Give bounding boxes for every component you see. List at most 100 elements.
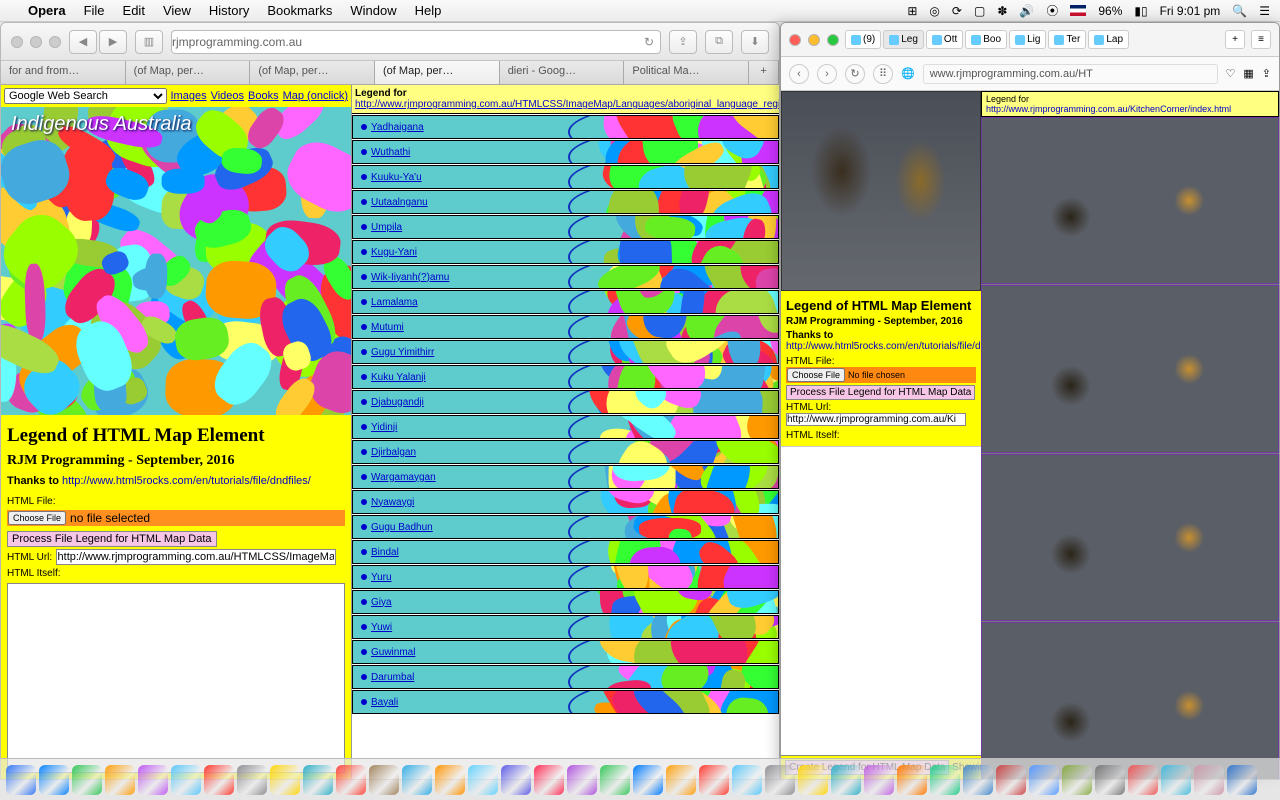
dock-app-icon[interactable] <box>435 765 465 795</box>
dock-app-icon[interactable] <box>468 765 498 795</box>
legend-region-row[interactable]: Bayali <box>352 690 779 714</box>
dock-app-icon[interactable] <box>501 765 531 795</box>
legend-region-row[interactable]: Wik-Iiyanh(?)amu <box>352 265 779 289</box>
thanks-link[interactable]: http://www.html5rocks.com/en/tutorials/f… <box>62 475 311 487</box>
legend-region-row[interactable]: Djabugandji <box>352 390 779 414</box>
app-name[interactable]: Opera <box>28 3 66 18</box>
forward-button[interactable]: › <box>817 64 837 84</box>
legend-region-row[interactable]: Mutumi <box>352 315 779 339</box>
dock-app-icon[interactable] <box>1227 765 1257 795</box>
dock-app-icon[interactable] <box>963 765 993 795</box>
dock-app-icon[interactable] <box>303 765 333 795</box>
legend-region-row[interactable]: Umpila <box>352 215 779 239</box>
process-button[interactable]: Process File Legend for HTML Map Data <box>786 385 975 400</box>
opera-right-pane[interactable]: Legend for http://www.rjmprogramming.com… <box>981 91 1279 779</box>
menulet-icon[interactable]: ⊞ <box>907 4 917 18</box>
dock-app-icon[interactable] <box>666 765 696 795</box>
dock-app-icon[interactable] <box>1161 765 1191 795</box>
dock-app-icon[interactable] <box>138 765 168 795</box>
dock-app-icon[interactable] <box>1095 765 1125 795</box>
legend-region-row[interactable]: Wargamaygan <box>352 465 779 489</box>
menulet-icon[interactable]: ⟳ <box>952 4 962 18</box>
safari-tab[interactable]: (of Map, per… <box>250 61 375 84</box>
opera-tab[interactable]: Lig <box>1009 30 1046 49</box>
traffic-lights[interactable] <box>789 34 839 46</box>
dock-app-icon[interactable] <box>369 765 399 795</box>
legend-region-row[interactable]: Darumbal <box>352 665 779 689</box>
dock-app-icon[interactable] <box>699 765 729 795</box>
menu-help[interactable]: Help <box>415 3 442 18</box>
tab-menu-button[interactable]: ≡ <box>1251 30 1271 49</box>
dock-app-icon[interactable] <box>72 765 102 795</box>
address-bar[interactable]: www.rjmprogramming.com.au/HT <box>923 64 1218 84</box>
dock-app-icon[interactable] <box>1194 765 1224 795</box>
dock-app-icon[interactable] <box>204 765 234 795</box>
process-button[interactable]: Process File Legend for HTML Map Data <box>7 531 217 547</box>
back-button[interactable]: ◀ <box>69 30 97 54</box>
heart-icon[interactable]: ♡ <box>1226 67 1236 80</box>
safari-tab[interactable]: for and from… <box>1 61 126 84</box>
legend-source-link[interactable]: http://www.rjmprogramming.com.au/HTMLCSS… <box>355 99 779 110</box>
choose-file-button[interactable]: Choose File <box>8 511 66 525</box>
ext-icon[interactable]: ▦ <box>1243 67 1253 80</box>
legend-region-row[interactable]: Lamalama <box>352 290 779 314</box>
legend-region-row[interactable]: Wuthathi <box>352 140 779 164</box>
legend-region-row[interactable]: Gugu Badhun <box>352 515 779 539</box>
dock-app-icon[interactable] <box>336 765 366 795</box>
legend-region-row[interactable]: Gugu Yimithirr <box>352 340 779 364</box>
traffic-lights[interactable] <box>11 36 61 48</box>
forward-button[interactable]: ▶ <box>99 30 127 54</box>
legend-region-row[interactable]: Nyawaygi <box>352 490 779 514</box>
airplay-icon[interactable]: ▢ <box>974 4 985 18</box>
battery-pct[interactable]: 96% <box>1098 4 1122 18</box>
reload-icon[interactable]: ↻ <box>644 35 654 49</box>
books-link[interactable]: Books <box>248 90 279 102</box>
safari-tab[interactable]: Political Ma… <box>624 61 749 84</box>
sidebar-button[interactable]: ▥ <box>135 30 163 54</box>
dock-app-icon[interactable] <box>6 765 36 795</box>
legend-region-row[interactable]: Yuwi <box>352 615 779 639</box>
dock-app-icon[interactable] <box>633 765 663 795</box>
legend-region-row[interactable]: Yuru <box>352 565 779 589</box>
safari-tab[interactable]: (of Map, per… <box>375 61 500 84</box>
safari-tab[interactable]: dieri - Goog… <box>500 61 625 84</box>
dock-app-icon[interactable] <box>1062 765 1092 795</box>
kitchen-image[interactable] <box>781 91 981 291</box>
opera-tab[interactable]: Boo <box>965 30 1007 49</box>
menu-file[interactable]: File <box>84 3 105 18</box>
videos-link[interactable]: Videos <box>211 90 244 102</box>
share-icon[interactable]: ⇪ <box>1262 67 1271 80</box>
menu-edit[interactable]: Edit <box>123 3 145 18</box>
spotlight-icon[interactable]: 🔍 <box>1232 4 1247 18</box>
legend-region-row[interactable]: Yidinji <box>352 415 779 439</box>
safari-tab[interactable]: (of Map, per… <box>126 61 251 84</box>
kitchen-region[interactable] <box>981 622 1279 779</box>
dock-app-icon[interactable] <box>765 765 795 795</box>
dock-app-icon[interactable] <box>534 765 564 795</box>
itself-area[interactable] <box>781 446 981 646</box>
wifi-icon[interactable]: ⦿ <box>1046 2 1058 19</box>
dock-app-icon[interactable] <box>930 765 960 795</box>
opera-tab[interactable]: (9) <box>845 30 881 49</box>
new-tab-button[interactable]: + <box>749 61 779 84</box>
dock-app-icon[interactable] <box>270 765 300 795</box>
dock-app-icon[interactable] <box>831 765 861 795</box>
legend-region-row[interactable]: Uutaalnganu <box>352 190 779 214</box>
search-engine-select[interactable]: Google Web Search <box>4 88 167 104</box>
opera-tab[interactable]: Lap <box>1088 30 1129 49</box>
speeddial-button[interactable]: ⠿ <box>873 64 893 84</box>
url-input[interactable] <box>786 413 966 426</box>
dock-app-icon[interactable] <box>402 765 432 795</box>
choose-file-button[interactable]: Choose File <box>787 368 845 382</box>
menu-bookmarks[interactable]: Bookmarks <box>267 3 332 18</box>
dock-app-icon[interactable] <box>39 765 69 795</box>
dock-app-icon[interactable] <box>1128 765 1158 795</box>
legend-region-row[interactable]: Bindal <box>352 540 779 564</box>
dock-app-icon[interactable] <box>171 765 201 795</box>
dock-app-icon[interactable] <box>996 765 1026 795</box>
clock[interactable]: Fri 9:01 pm <box>1160 4 1221 18</box>
kitchen-region[interactable] <box>981 285 1279 452</box>
thanks-link[interactable]: http://www.html5rocks.com/en/tutorials/f… <box>786 341 981 352</box>
legend-source-link[interactable]: http://www.rjmprogramming.com.au/Kitchen… <box>986 104 1231 114</box>
url-input[interactable] <box>56 549 336 565</box>
